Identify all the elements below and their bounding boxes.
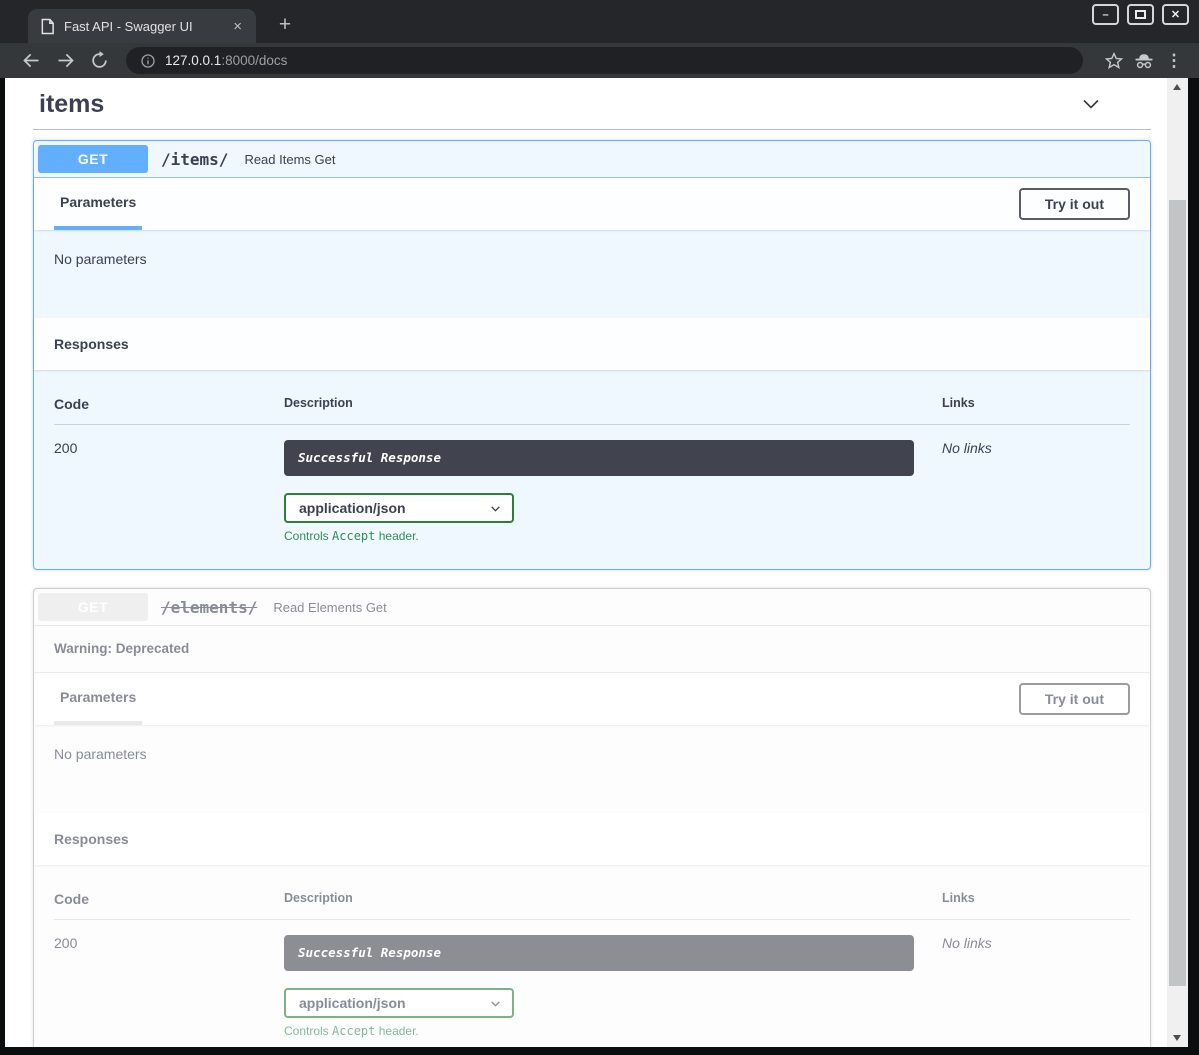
operation-summary: Read Items Get (244, 152, 335, 167)
window-minimize-button[interactable]: – (1092, 4, 1119, 25)
column-header-description: Description (284, 396, 942, 412)
column-header-links: Links (942, 396, 1130, 412)
media-type-value: application/json (299, 500, 489, 516)
operation-path: /items/ (161, 150, 228, 169)
response-description-box: Successful Response (284, 440, 914, 476)
incognito-icon (1132, 52, 1156, 70)
bookmark-star-button[interactable] (1099, 47, 1129, 75)
kebab-menu-icon: ⋮ (1166, 51, 1183, 71)
browser-window: Fast API - Swagger UI × + – ✕ (0, 0, 1199, 1055)
column-header-description: Description (284, 891, 942, 907)
try-it-out-button[interactable]: Try it out (1019, 683, 1130, 715)
controls-accept-note: Controls Accept header. (284, 529, 942, 543)
try-it-out-button[interactable]: Try it out (1019, 188, 1130, 220)
media-type-select[interactable]: application/json (284, 493, 514, 523)
titlebar: Fast API - Swagger UI × + – ✕ (0, 0, 1199, 43)
opblock-summary[interactable]: GET /items/ Read Items Get (34, 141, 1150, 178)
parameters-header: Parameters Try it out (34, 178, 1150, 230)
maximize-icon (1135, 10, 1146, 19)
responses-title: Responses (54, 318, 129, 370)
column-header-code: Code (54, 891, 284, 907)
media-type-select[interactable]: application/json (284, 988, 514, 1018)
select-chevron-icon (489, 997, 502, 1010)
window-maximize-button[interactable] (1127, 4, 1154, 25)
tab-parameters: Parameters (54, 673, 142, 725)
response-links: No links (942, 935, 1130, 1038)
responses-title: Responses (54, 813, 129, 865)
responses-header: Responses (34, 318, 1150, 370)
forward-arrow-icon (55, 50, 76, 71)
page-content: items GET /items/ Read Items Get Paramet… (5, 78, 1188, 1047)
responses-table-head: Code Description Links (54, 396, 1130, 412)
media-type-value: application/json (299, 995, 489, 1011)
controls-accept-note: Controls Accept header. (284, 1024, 942, 1038)
forward-button[interactable] (48, 47, 82, 75)
tab-close-icon[interactable]: × (231, 19, 244, 34)
site-info-icon[interactable] (140, 53, 156, 69)
reload-button[interactable] (82, 47, 116, 75)
url-path: :8000/docs (221, 53, 287, 68)
parameters-body: No parameters (34, 725, 1150, 813)
parameters-body: No parameters (34, 230, 1150, 318)
tag-section-header[interactable]: items (33, 88, 1151, 119)
table-head-divider (54, 424, 1130, 425)
page-scrollbar[interactable] (1167, 78, 1188, 1047)
response-links: No links (942, 440, 1130, 543)
incognito-badge (1129, 47, 1159, 75)
url-host: 127.0.0.1 (165, 53, 221, 68)
method-badge: GET (38, 145, 148, 173)
address-bar[interactable]: 127.0.0.1:8000/docs (126, 47, 1083, 74)
column-header-links: Links (942, 891, 1130, 907)
table-head-divider (54, 919, 1130, 920)
opblock-summary[interactable]: GET /elements/ Read Elements Get (34, 589, 1150, 626)
responses-table-head: Code Description Links (54, 891, 1130, 907)
tab-title: Fast API - Swagger UI (64, 19, 231, 34)
page-favicon-icon (40, 18, 55, 35)
browser-menu-button[interactable]: ⋮ (1159, 47, 1189, 75)
parameters-header: Parameters Try it out (34, 673, 1150, 725)
back-button[interactable] (14, 47, 48, 75)
scrollbar-down-arrow-icon[interactable] (1173, 1035, 1181, 1041)
collapse-chevron-icon[interactable] (1079, 92, 1103, 116)
section-divider (33, 129, 1151, 130)
tab-parameters: Parameters (54, 178, 142, 230)
no-parameters-text: No parameters (54, 251, 147, 267)
url-text: 127.0.0.1:8000/docs (165, 53, 287, 68)
response-code: 200 (54, 935, 284, 1038)
back-arrow-icon (21, 50, 42, 71)
opblock-get-elements-deprecated: GET /elements/ Read Elements Get Warning… (33, 588, 1151, 1047)
reload-icon (90, 51, 109, 70)
close-icon: ✕ (1171, 8, 1180, 21)
response-row-200: 200 Successful Response application/json… (54, 935, 1130, 1038)
response-row-200: 200 Successful Response application/json… (54, 440, 1130, 543)
operation-summary: Read Elements Get (273, 600, 386, 615)
window-controls: – ✕ (1092, 4, 1189, 25)
column-header-code: Code (54, 396, 284, 412)
browser-toolbar: 127.0.0.1:8000/docs ⋮ (0, 43, 1199, 78)
no-parameters-text: No parameters (54, 746, 147, 762)
select-chevron-icon (489, 502, 502, 515)
responses-table: Code Description Links 200 Successful Re… (34, 370, 1150, 569)
scrollbar-up-arrow-icon[interactable] (1173, 84, 1181, 90)
star-icon (1104, 51, 1124, 71)
browser-tab[interactable]: Fast API - Swagger UI × (28, 9, 256, 43)
deprecated-warning: Warning: Deprecated (34, 626, 1150, 673)
response-description-box: Successful Response (284, 935, 914, 971)
scrollbar-thumb[interactable] (1169, 200, 1186, 986)
minimize-icon: – (1102, 9, 1108, 21)
swagger-ui: items GET /items/ Read Items Get Paramet… (5, 78, 1167, 1047)
operation-path: /elements/ (161, 598, 257, 617)
tag-title: items (39, 90, 104, 119)
responses-header: Responses (34, 813, 1150, 865)
new-tab-button[interactable]: + (272, 13, 298, 37)
window-close-button[interactable]: ✕ (1162, 4, 1189, 25)
responses-table: Code Description Links 200 Successful Re… (34, 865, 1150, 1047)
opblock-get-items: GET /items/ Read Items Get Parameters Tr… (33, 140, 1151, 570)
response-code: 200 (54, 440, 284, 543)
method-badge: GET (38, 593, 148, 621)
